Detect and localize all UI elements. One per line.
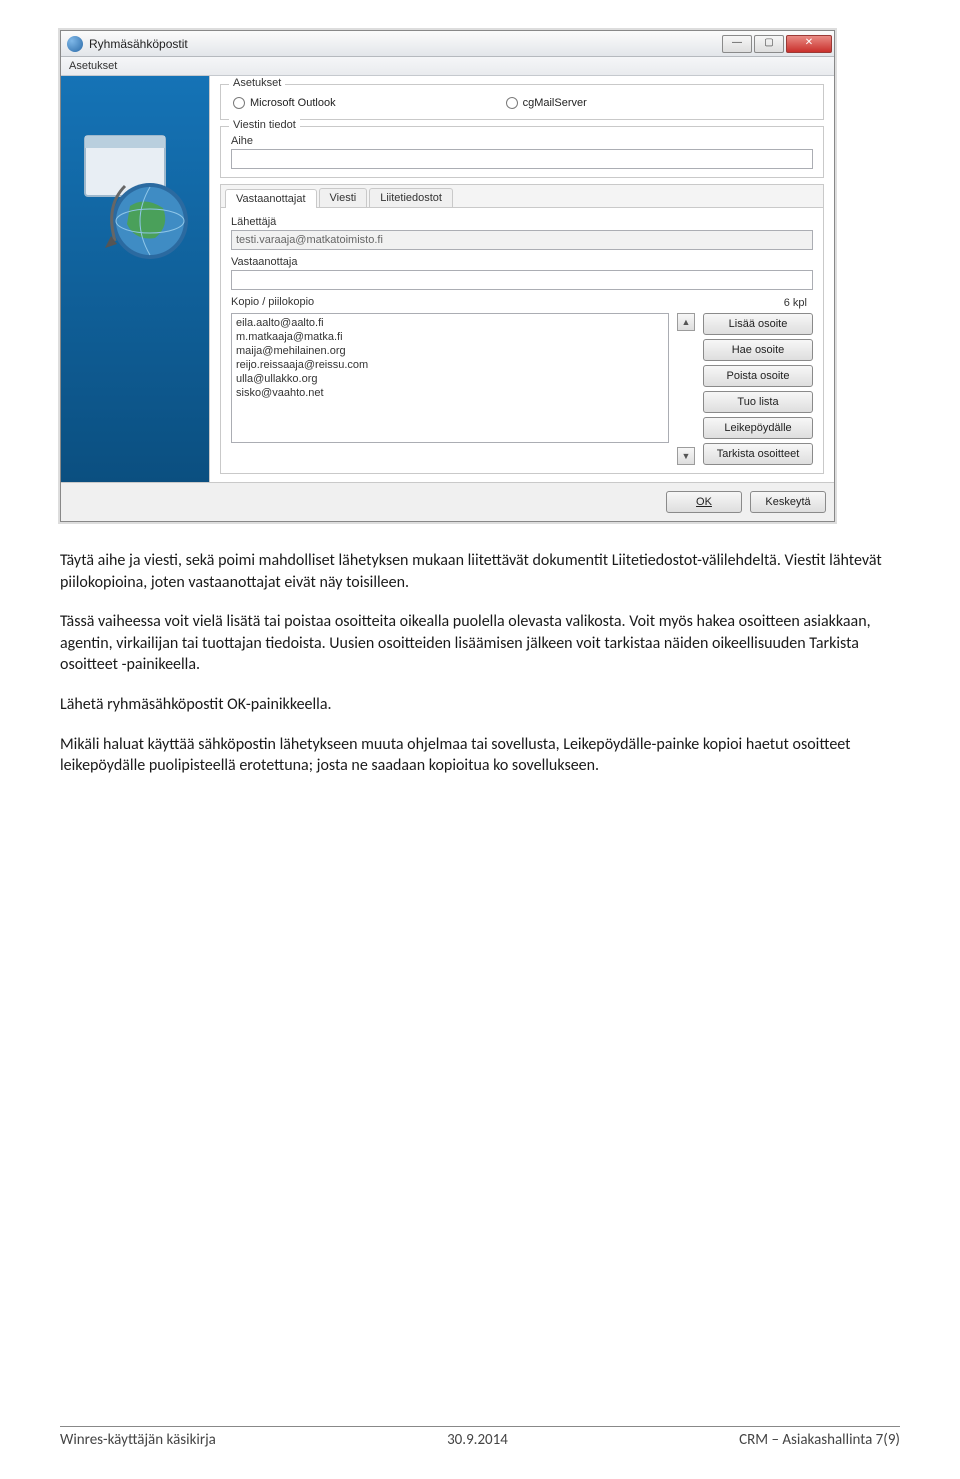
radio-icon bbox=[233, 97, 245, 109]
document-body: Täytä aihe ja viesti, sekä poimi mahdoll… bbox=[60, 550, 900, 777]
ok-button[interactable]: OK bbox=[666, 491, 742, 513]
app-icon bbox=[67, 36, 83, 52]
window-titlebar: Ryhmäsähköpostit — ▢ ✕ bbox=[61, 31, 834, 57]
minimize-button[interactable]: — bbox=[722, 35, 752, 53]
radio-outlook[interactable]: Microsoft Outlook bbox=[233, 97, 336, 109]
lahettaja-input[interactable] bbox=[231, 230, 813, 250]
lahettaja-label: Lähettäjä bbox=[231, 216, 813, 228]
aihe-input[interactable] bbox=[231, 149, 813, 169]
message-legend: Viestin tiedot bbox=[229, 119, 300, 131]
tabs-container: Vastaanottajat Viesti Liitetiedostot Läh… bbox=[220, 184, 824, 474]
cancel-button[interactable]: Keskeytä bbox=[750, 491, 826, 513]
list-item[interactable]: sisko@vaahto.net bbox=[236, 386, 664, 400]
radio-outlook-label: Microsoft Outlook bbox=[250, 97, 336, 109]
radio-cgmailserver-label: cgMailServer bbox=[523, 97, 587, 109]
page-footer: Winres-käyttäjän käsikirja 30.9.2014 CRM… bbox=[60, 1426, 900, 1449]
address-listbox[interactable]: eila.aalto@aalto.fi m.matkaaja@matka.fi … bbox=[231, 313, 669, 443]
globe-window-icon bbox=[75, 126, 195, 276]
tab-vastaanottajat[interactable]: Vastaanottajat bbox=[225, 189, 317, 208]
footer-right: CRM – Asiakashallinta 7(9) bbox=[739, 1431, 900, 1449]
settings-groupbox: Asetukset Microsoft Outlook cgMailServer bbox=[220, 84, 824, 120]
paragraph: Lähetä ryhmäsähköpostit OK-painikkeella. bbox=[60, 694, 900, 716]
scroll-down-button[interactable]: ▼ bbox=[677, 447, 695, 465]
tab-liitetiedostot[interactable]: Liitetiedostot bbox=[369, 188, 453, 207]
import-list-button[interactable]: Tuo lista bbox=[703, 391, 813, 413]
paragraph: Mikäli haluat käyttää sähköpostin lähety… bbox=[60, 734, 900, 777]
list-item[interactable]: ulla@ullakko.org bbox=[236, 372, 664, 386]
maximize-button[interactable]: ▢ bbox=[754, 35, 784, 53]
list-item[interactable]: maija@mehilainen.org bbox=[236, 344, 664, 358]
aihe-label: Aihe bbox=[231, 135, 813, 147]
tab-viesti[interactable]: Viesti bbox=[319, 188, 368, 207]
kopio-label: Kopio / piilokopio bbox=[231, 296, 784, 308]
radio-icon bbox=[506, 97, 518, 109]
vastaanottaja-label: Vastaanottaja bbox=[231, 256, 813, 268]
list-item[interactable]: m.matkaaja@matka.fi bbox=[236, 330, 664, 344]
clipboard-button[interactable]: Leikepöydälle bbox=[703, 417, 813, 439]
footer-center: 30.9.2014 bbox=[447, 1431, 508, 1449]
side-illustration bbox=[61, 76, 209, 482]
radio-cgmailserver[interactable]: cgMailServer bbox=[506, 97, 587, 109]
close-button[interactable]: ✕ bbox=[786, 35, 832, 53]
footer-left: Winres-käyttäjän käsikirja bbox=[60, 1431, 216, 1449]
window-title: Ryhmäsähköpostit bbox=[89, 37, 720, 51]
delete-address-button[interactable]: Poista osoite bbox=[703, 365, 813, 387]
list-item[interactable]: eila.aalto@aalto.fi bbox=[236, 316, 664, 330]
settings-legend: Asetukset bbox=[229, 77, 285, 89]
list-item[interactable]: reijo.reissaaja@reissu.com bbox=[236, 358, 664, 372]
kopio-count: 6 kpl bbox=[784, 297, 813, 309]
get-address-button[interactable]: Hae osoite bbox=[703, 339, 813, 361]
menu-asetukset[interactable]: Asetukset bbox=[61, 57, 834, 76]
paragraph: Tässä vaiheessa voit vielä lisätä tai po… bbox=[60, 611, 900, 676]
add-address-button[interactable]: Lisää osoite bbox=[703, 313, 813, 335]
check-addresses-button[interactable]: Tarkista osoitteet bbox=[703, 443, 813, 465]
paragraph: Täytä aihe ja viesti, sekä poimi mahdoll… bbox=[60, 550, 900, 593]
message-groupbox: Viestin tiedot Aihe bbox=[220, 126, 824, 178]
screenshot-group-email-dialog: Ryhmäsähköpostit — ▢ ✕ Asetukset bbox=[60, 30, 900, 522]
scroll-up-button[interactable]: ▲ bbox=[677, 313, 695, 331]
vastaanottaja-input[interactable] bbox=[231, 270, 813, 290]
